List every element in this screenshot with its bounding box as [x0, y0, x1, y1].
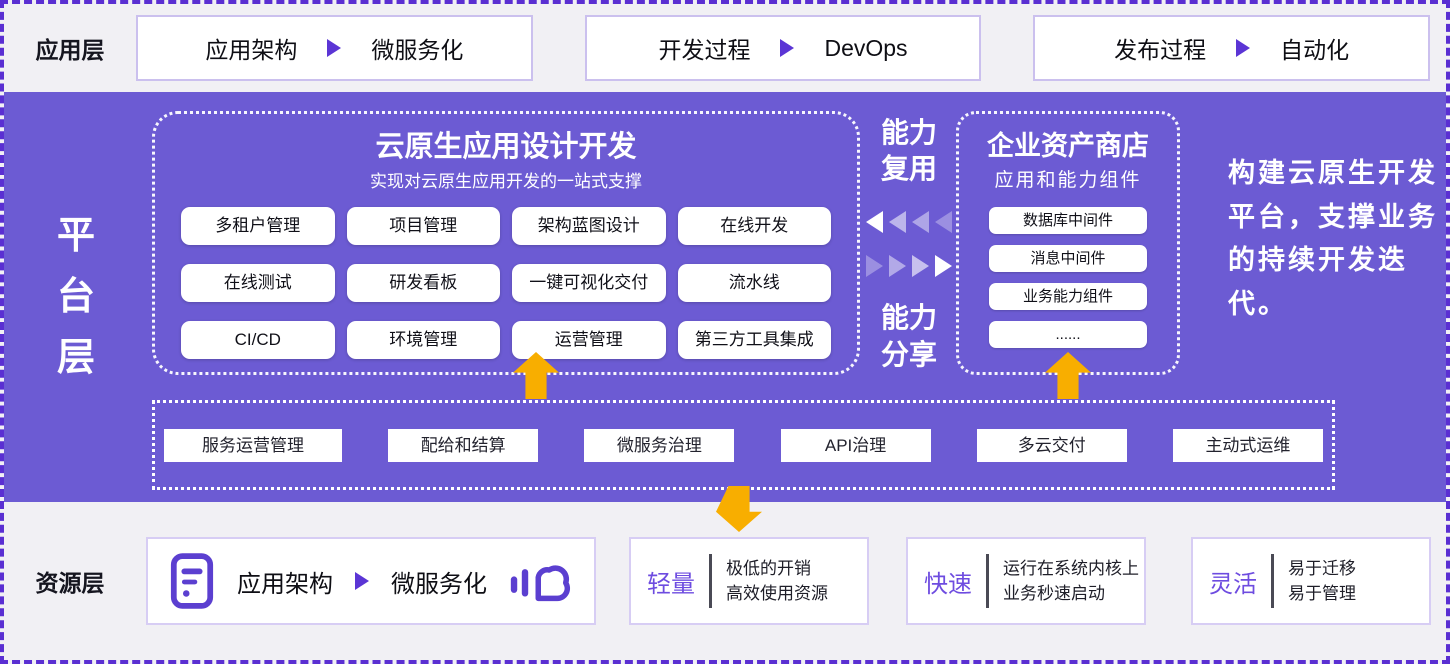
application-layer: 应用层 应用架构 微服务化 开发过程 DevOps 发布过程 自动化 — [4, 4, 1446, 92]
capability-reuse-line: 能力 — [881, 117, 937, 148]
app-box-release: 发布过程 自动化 — [1033, 15, 1430, 81]
service-item: 配给和结算 — [388, 429, 538, 462]
feature-line: 易于管理 — [1288, 584, 1356, 603]
triangle-right-icon — [935, 255, 952, 277]
triangle-right-icon — [866, 255, 883, 277]
service-item: 微服务治理 — [584, 429, 734, 462]
arrow-right-icon — [1236, 39, 1250, 57]
platform-side-note: 构建云原生开发平台，支撑业务的持续开发迭代。 — [1228, 152, 1438, 327]
platform-label-char: 台 — [52, 278, 100, 316]
service-management-box: 服务运营管理 配给和结算 微服务治理 API治理 多云交付 主动式运维 — [152, 400, 1335, 490]
feature-line: 运行在系统内核上 — [1003, 559, 1139, 578]
capability-pill: 在线测试 — [181, 264, 335, 302]
capability-pill: 研发看板 — [347, 264, 501, 302]
capability-reuse-arrows-icon — [866, 211, 952, 233]
app-box-right-text: 微服务化 — [371, 31, 463, 65]
capability-reuse-line: 复用 — [881, 153, 937, 184]
capability-share-arrows-icon — [866, 255, 952, 277]
asset-pill: 业务能力组件 — [989, 283, 1147, 310]
capability-share-line: 能力 — [881, 302, 937, 333]
resource-architecture-card: 应用架构 微服务化 — [146, 537, 596, 625]
arrow-right-icon — [355, 572, 369, 590]
capability-pill: 在线开发 — [678, 207, 832, 245]
triangle-right-icon — [889, 255, 906, 277]
platform-label-char: 层 — [52, 339, 100, 377]
capability-share-label: 能力 分享 — [881, 300, 937, 373]
feature-card-lightweight: 轻量 极低的开销 高效使用资源 — [629, 537, 869, 625]
architecture-diagram: 应用层 应用架构 微服务化 开发过程 DevOps 发布过程 自动化 平 台 层 — [0, 0, 1450, 664]
capability-pill: 架构蓝图设计 — [512, 207, 666, 245]
platform-layer-label: 平 台 层 — [52, 217, 100, 377]
feature-card-flexible: 灵活 易于迁移 易于管理 — [1191, 537, 1431, 625]
arrow-right-icon — [780, 39, 794, 57]
resource-card-right-text: 微服务化 — [391, 564, 487, 599]
capability-pill: 第三方工具集成 — [678, 321, 832, 359]
capability-share-line: 分享 — [881, 339, 937, 370]
feature-description: 极低的开销 高效使用资源 — [726, 556, 828, 607]
feature-line: 业务秒速启动 — [1003, 584, 1105, 603]
resource-layer-label: 资源层 — [4, 564, 136, 598]
feature-description: 易于迁移 易于管理 — [1288, 556, 1356, 607]
dev-box-title: 云原生应用设计开发 — [155, 123, 857, 165]
platform-layer: 平 台 层 云原生应用设计开发 实现对云原生应用开发的一站式支撑 多租户管理 项… — [4, 92, 1446, 502]
resource-card-left-text: 应用架构 — [237, 564, 333, 599]
service-item: 主动式运维 — [1173, 429, 1323, 462]
capability-pill: 流水线 — [678, 264, 832, 302]
enterprise-asset-store-box: 企业资产商店 应用和能力组件 数据库中间件 消息中间件 业务能力组件 .....… — [956, 111, 1180, 375]
cloud-native-dev-box: 云原生应用设计开发 实现对云原生应用开发的一站式支撑 多租户管理 项目管理 架构… — [152, 111, 860, 375]
asset-store-title: 企业资产商店 — [959, 124, 1177, 163]
app-box-left-text: 开发过程 — [658, 31, 750, 65]
feature-line: 易于迁移 — [1288, 559, 1356, 578]
app-box-right-text: DevOps — [824, 35, 907, 62]
app-box-devprocess: 开发过程 DevOps — [585, 15, 982, 81]
capability-pill: 多租户管理 — [181, 207, 335, 245]
app-box-left-text: 应用架构 — [205, 31, 297, 65]
feature-description: 运行在系统内核上 业务秒速启动 — [1003, 556, 1139, 607]
capability-pill: 项目管理 — [347, 207, 501, 245]
asset-pill: 消息中间件 — [989, 245, 1147, 272]
feature-line: 高效使用资源 — [726, 584, 828, 603]
dev-capability-grid: 多租户管理 项目管理 架构蓝图设计 在线开发 在线测试 研发看板 一键可视化交付… — [155, 207, 857, 359]
asset-pill: ...... — [989, 321, 1147, 348]
cloud-icon — [509, 556, 573, 606]
feature-keyword: 轻量 — [647, 564, 695, 599]
triangle-left-icon — [889, 211, 906, 233]
application-layer-boxes: 应用架构 微服务化 开发过程 DevOps 发布过程 自动化 — [136, 15, 1430, 81]
feature-keyword: 快速 — [924, 564, 972, 599]
triangle-left-icon — [866, 211, 883, 233]
feature-card-fast: 快速 运行在系统内核上 业务秒速启动 — [906, 537, 1146, 625]
app-box-left-text: 发布过程 — [1114, 31, 1206, 65]
app-box-architecture: 应用架构 微服务化 — [136, 15, 533, 81]
service-item: 服务运营管理 — [164, 429, 342, 462]
resource-layer: 资源层 应用架构 微服务化 轻量 — [4, 502, 1446, 660]
app-box-right-text: 自动化 — [1280, 31, 1349, 65]
server-icon — [169, 552, 215, 610]
triangle-left-icon — [935, 211, 952, 233]
capability-pill: CI/CD — [181, 321, 335, 359]
dev-box-subtitle: 实现对云原生应用开发的一站式支撑 — [155, 167, 857, 192]
capability-reuse-label: 能力 复用 — [881, 115, 937, 188]
arrow-right-icon — [327, 39, 341, 57]
vertical-divider — [1271, 554, 1274, 608]
vertical-divider — [986, 554, 989, 608]
capability-pill: 一键可视化交付 — [512, 264, 666, 302]
triangle-right-icon — [912, 255, 929, 277]
platform-label-char: 平 — [52, 217, 100, 255]
feature-keyword: 灵活 — [1209, 564, 1257, 599]
service-item: 多云交付 — [977, 429, 1127, 462]
triangle-left-icon — [912, 211, 929, 233]
asset-store-subtitle: 应用和能力组件 — [959, 165, 1177, 192]
feature-line: 极低的开销 — [726, 559, 811, 578]
vertical-divider — [709, 554, 712, 608]
capability-pill: 环境管理 — [347, 321, 501, 359]
service-item: API治理 — [781, 429, 931, 462]
application-layer-label: 应用层 — [4, 31, 136, 65]
capability-exchange-column: 能力 复用 能力 分享 — [864, 115, 954, 373]
asset-pill: 数据库中间件 — [989, 207, 1147, 234]
